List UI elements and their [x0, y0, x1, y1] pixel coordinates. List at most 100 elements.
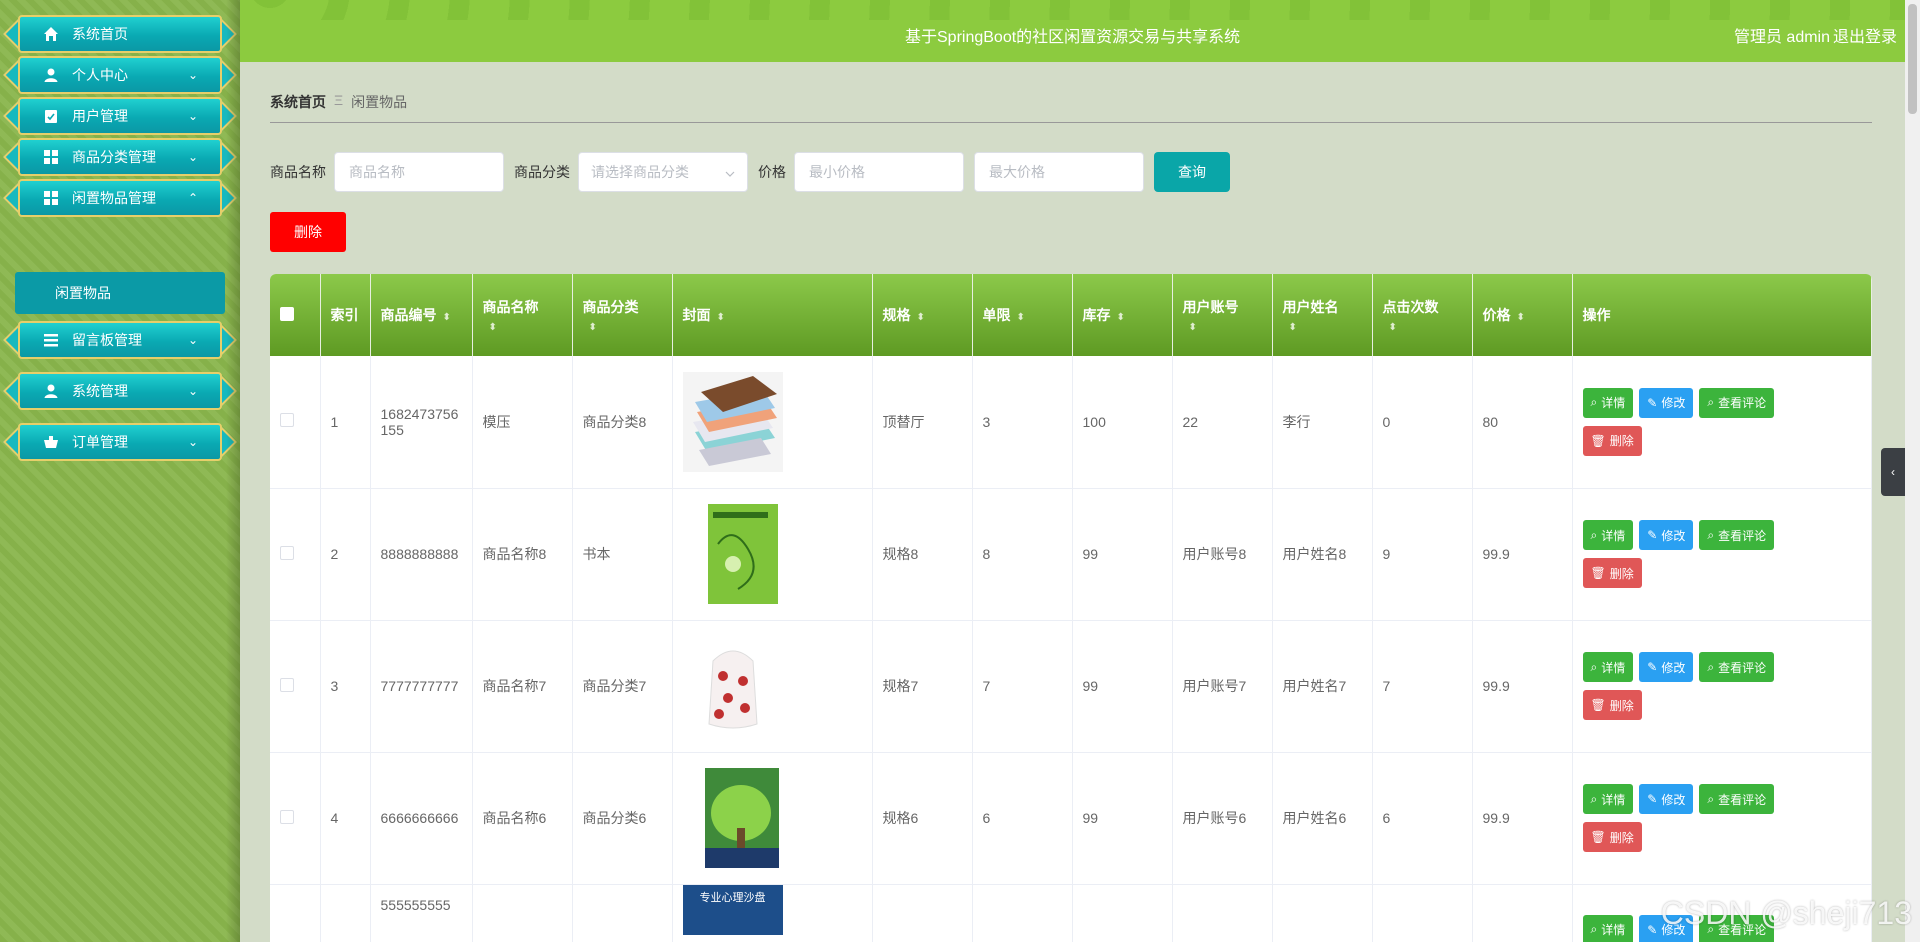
detail-button[interactable]: ⌕ 详情 [1582, 914, 1634, 942]
cover-image-tree-book[interactable] [682, 768, 783, 868]
category-select[interactable]: 请选择商品分类 [578, 152, 748, 192]
row-checkbox[interactable] [280, 413, 294, 428]
sidebar-item-users[interactable]: 用户管理 ⌄ [3, 94, 237, 138]
sidebar-item-label: 系统管理 [72, 383, 128, 399]
col-account[interactable]: 用户账号 ⬍ [1172, 274, 1273, 356]
min-price-input[interactable] [794, 152, 964, 192]
batch-delete-button[interactable]: 删除 [270, 212, 346, 252]
sidebar-item-idle-goods[interactable]: 闲置物品管理 ⌃ [3, 176, 237, 220]
sidebar-item-profile[interactable]: 个人中心 ⌄ [3, 53, 237, 97]
delete-button[interactable]: 🗑 删除 [1582, 822, 1642, 852]
cover-image-books[interactable] [682, 371, 783, 472]
chevron-down-icon [725, 164, 735, 180]
breadcrumb-home[interactable]: 系统首页 [270, 92, 326, 112]
delete-button[interactable]: 🗑 删除 [1582, 425, 1642, 456]
row-checkbox[interactable] [280, 545, 294, 560]
sort-icon: ⬍ [1516, 312, 1525, 323]
edit-icon: ✎ [1647, 528, 1658, 542]
cell-category [572, 884, 673, 942]
side-panel-toggle[interactable]: ‹ [1881, 448, 1905, 496]
sort-icon: ⬍ [488, 322, 497, 333]
query-button[interactable]: 查询 [1154, 152, 1230, 192]
cell-stock: 99 [1072, 488, 1173, 621]
logout-link[interactable]: 退出登录 [1833, 23, 1897, 47]
detail-button[interactable]: ⌕ 详情 [1582, 652, 1634, 682]
edit-icon: ✎ [1647, 660, 1658, 674]
view-reviews-button[interactable]: ⌕ 查看评论 [1699, 652, 1775, 682]
cell-cover [672, 356, 873, 489]
cell-account: 用户账号7 [1172, 620, 1273, 753]
cell-category: 商品分类7 [572, 620, 673, 753]
sort-icon: ⬍ [1016, 312, 1025, 323]
cell-ops: ⌕ 详情 ✎ 修改 ⌕ 查看评论 🗑 删除 [1572, 488, 1872, 621]
cell-account: 用户账号8 [1172, 488, 1273, 621]
delete-button[interactable]: 🗑 删除 [1582, 558, 1642, 588]
cover-image-sandplay[interactable]: 专业心理沙盘 [682, 884, 783, 935]
chevron-down-icon: ⌄ [187, 150, 198, 164]
edit-button[interactable]: ✎ 修改 [1639, 387, 1694, 418]
search-icon: ⌕ [1590, 659, 1598, 674]
sort-icon: ⬍ [916, 312, 925, 323]
cell-clicks: 7 [1372, 620, 1473, 753]
sidebar-item-category[interactable]: 商品分类管理 ⌄ [3, 135, 237, 179]
col-category[interactable]: 商品分类 ⬍ [572, 274, 673, 356]
cover-image-green-book[interactable] [682, 504, 783, 604]
view-reviews-button[interactable]: ⌕ 查看评论 [1699, 387, 1775, 418]
delete-button[interactable]: 🗑 删除 [1582, 690, 1642, 720]
view-reviews-button[interactable]: ⌕ 查看评论 [1699, 520, 1775, 550]
cell-code: 6666666666 [370, 752, 473, 885]
cell-ops: ⌕ 详情 ✎ 修改 ⌕ 查看评论 🗑 删除 [1572, 752, 1872, 885]
sidebar-item-orders[interactable]: 订单管理 ⌄ [3, 420, 237, 464]
cell-price: 80 [1472, 356, 1573, 489]
edit-button[interactable]: ✎ 修改 [1639, 652, 1694, 682]
divider [270, 122, 1872, 123]
edit-button[interactable]: ✎ 修改 [1639, 520, 1694, 550]
col-clicks[interactable]: 点击次数 ⬍ [1372, 274, 1473, 356]
view-reviews-button[interactable]: ⌕ 查看评论 [1699, 784, 1775, 814]
cell-username: 李行 [1272, 356, 1373, 489]
cell-username: 用户姓名6 [1272, 752, 1373, 885]
category-label: 商品分类 [514, 164, 570, 180]
sidebar-item-messages[interactable]: 留言板管理 ⌄ [3, 318, 237, 362]
col-spec[interactable]: 规格 ⬍ [872, 274, 973, 356]
col-ops: 操作 [1572, 274, 1872, 356]
page-scrollbar[interactable] [1905, 0, 1920, 942]
row-checkbox[interactable] [280, 809, 294, 824]
search-icon: ⌕ [1590, 395, 1598, 410]
cover-image-backpack[interactable] [682, 636, 783, 736]
detail-button[interactable]: ⌕ 详情 [1582, 520, 1634, 550]
col-limit[interactable]: 单限 ⬍ [972, 274, 1073, 356]
col-username[interactable]: 用户姓名 ⬍ [1272, 274, 1373, 356]
cell-cover [672, 488, 873, 621]
detail-button[interactable]: ⌕ 详情 [1582, 784, 1634, 814]
name-input[interactable] [334, 152, 504, 192]
cell-username: 用户姓名7 [1272, 620, 1373, 753]
col-cover[interactable]: 封面 ⬍ [672, 274, 873, 356]
cell-index [320, 884, 371, 942]
trash-icon: 🗑 [1590, 433, 1606, 448]
edit-button[interactable]: ✎ 修改 [1639, 784, 1694, 814]
sidebar-item-home[interactable]: 系统首页 [3, 12, 237, 56]
sidebar-item-system[interactable]: 系统管理 ⌄ [3, 369, 237, 413]
cell-category: 商品分类8 [572, 356, 673, 489]
chevron-left-icon: ‹ [1891, 465, 1895, 479]
search-icon: ⌕ [1707, 659, 1715, 674]
row-checkbox[interactable] [280, 677, 294, 692]
col-code[interactable]: 商品编号 ⬍ [370, 274, 473, 356]
price-label: 价格 [758, 164, 786, 180]
sidebar-item-label: 系统首页 [72, 26, 128, 42]
detail-button[interactable]: ⌕ 详情 [1582, 387, 1634, 418]
submenu-item-idle-goods[interactable]: 闲置物品 [15, 272, 225, 314]
search-icon: ⌕ [1707, 791, 1715, 806]
cell-limit: 3 [972, 356, 1073, 489]
grid-icon [42, 148, 60, 166]
cell-index: 2 [320, 488, 371, 621]
sidebar-item-label: 闲置物品管理 [72, 190, 156, 206]
col-stock[interactable]: 库存 ⬍ [1072, 274, 1173, 356]
grid-icon [42, 189, 60, 207]
cell-price: 99.9 [1472, 620, 1573, 753]
col-price[interactable]: 价格 ⬍ [1472, 274, 1573, 356]
select-all-checkbox[interactable] [280, 306, 294, 321]
col-name[interactable]: 商品名称 ⬍ [472, 274, 573, 356]
max-price-input[interactable] [974, 152, 1144, 192]
